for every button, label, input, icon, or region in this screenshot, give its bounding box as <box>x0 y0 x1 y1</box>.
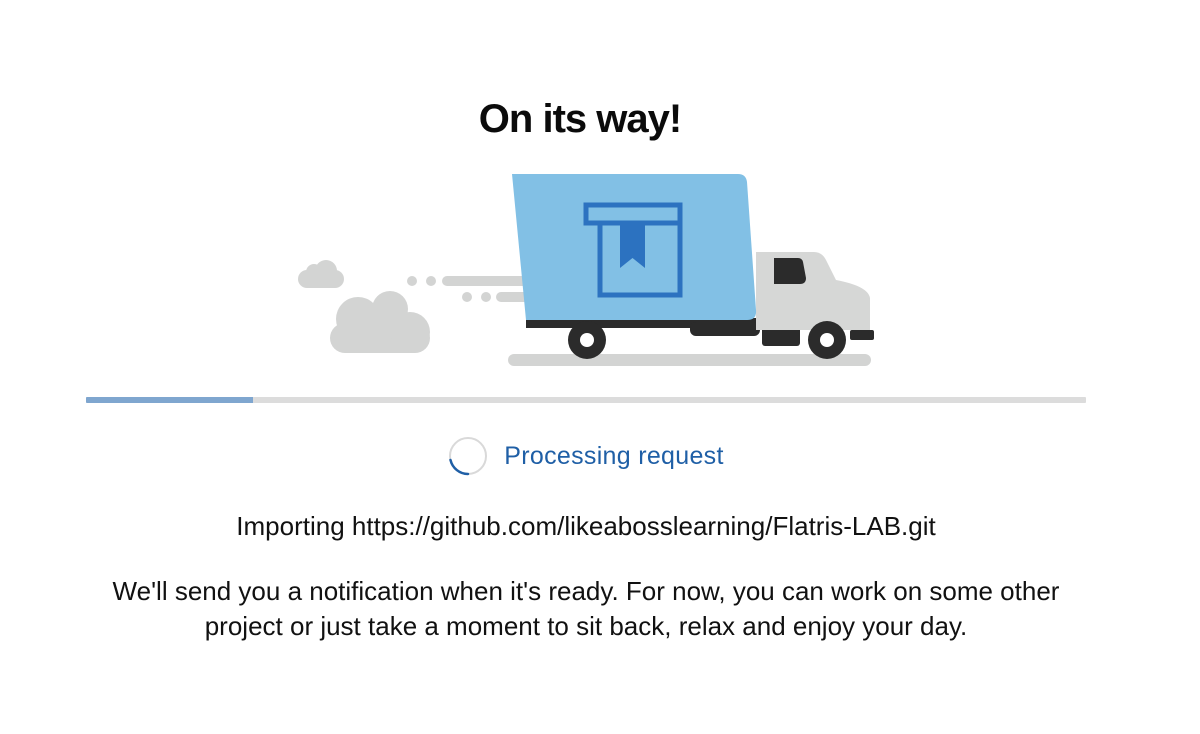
small-cloud-icon <box>298 260 344 288</box>
page-title: On its way! <box>478 97 682 141</box>
loading-spinner-icon <box>449 437 488 476</box>
truck-cab <box>756 252 870 330</box>
status-text: Processing request <box>504 441 724 470</box>
progress-bar-fill <box>86 397 253 403</box>
speed-lines <box>407 276 536 302</box>
import-repository-message: Importing https://github.com/likeabossle… <box>236 511 936 541</box>
front-wheel <box>808 321 846 359</box>
delivery-truck-illustration <box>290 168 890 374</box>
large-cloud-icon <box>330 291 430 353</box>
notification-message: We'll send you a notification when it's … <box>112 576 1060 641</box>
status-row: Processing request <box>0 436 1172 476</box>
import-progress-page: On its way! Processing request Importing… <box>0 0 1200 734</box>
import-progress-bar <box>86 397 1086 403</box>
delivery-truck-icon <box>298 174 874 366</box>
rear-wheel <box>568 321 606 359</box>
